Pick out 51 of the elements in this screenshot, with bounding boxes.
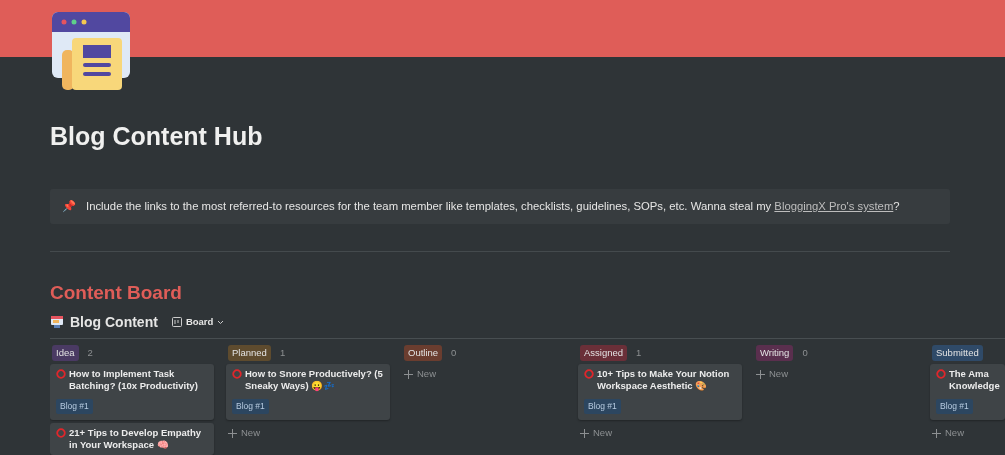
new-button[interactable]: New <box>932 425 964 441</box>
card-title: 10+ Tips to Make Your Notion Workspace Aesthetic 🎨 <box>597 367 731 392</box>
tag-chip: Blog #1 <box>936 398 973 414</box>
callout-text: Include the links to the most referred-to resources for the team member like templates, checklists, guidelines, SOPs, etc. Wanna steal my BloggingX Pro's system? <box>86 199 900 214</box>
board-card[interactable]: 21+ Tips to Develop Empathy in Your Workspace 🧠 <box>50 422 214 455</box>
column-label: Writing <box>756 344 794 362</box>
column-label: Planned <box>228 344 271 362</box>
tag-chip: Blog #1 <box>232 398 269 414</box>
plus-icon <box>580 428 589 438</box>
circle-icon <box>56 368 66 379</box>
board-card[interactable]: How to Snore Productively? (5 Sneaky Ways) 😛💤 Blog #1 <box>226 363 390 420</box>
plus-icon <box>932 428 941 438</box>
new-button[interactable]: New <box>404 366 436 382</box>
circle-icon <box>936 368 946 379</box>
callout-link[interactable]: BloggingX Pro's system <box>774 200 894 212</box>
column-label: Assigned <box>580 344 628 362</box>
column-label: Idea <box>52 344 79 362</box>
page-title: Blog Content Hub <box>50 121 264 152</box>
plus-icon <box>404 369 413 379</box>
card-title: The Ama Knowledge <box>949 367 1000 392</box>
plus-icon <box>756 369 765 379</box>
view-dropdown[interactable]: Board <box>163 315 225 330</box>
column-count: 0 <box>802 345 808 360</box>
new-button[interactable]: New <box>228 425 260 441</box>
newspaper-browser-icon <box>50 10 132 92</box>
board-view-icon <box>171 317 182 328</box>
database-title: Blog Content <box>70 312 158 332</box>
card-title: How to Snore Productively? (5 Sneaky Ways) 😛💤 <box>245 367 384 392</box>
chevron-down-icon <box>217 319 225 325</box>
board-card[interactable]: How to Implement Task Batching? (10x Productivity) Blog #1 <box>50 363 214 420</box>
circle-icon <box>56 427 66 438</box>
card-title: 21+ Tips to Develop Empathy in Your Workspace 🧠 <box>69 426 203 451</box>
card-title: How to Implement Task Batching? (10x Productivity) <box>69 367 199 392</box>
section-heading: Content Board <box>50 280 183 305</box>
column-count: 1 <box>279 345 286 360</box>
circle-icon <box>584 368 594 379</box>
board-card[interactable]: The Ama Knowledge Blog #1 <box>930 363 1005 420</box>
tag-chip: Blog #1 <box>56 398 93 414</box>
board-card[interactable]: 10+ Tips to Make Your Notion Workspace Aesthetic 🎨 Blog #1 <box>578 363 742 420</box>
column-count: 0 <box>451 345 457 360</box>
new-button[interactable]: New <box>580 425 612 441</box>
column-label: Submitted <box>932 344 983 362</box>
plus-icon <box>228 428 237 438</box>
computer-screen-icon <box>50 315 64 330</box>
pin-icon: 📌 <box>62 198 76 215</box>
column-count: 1 <box>636 345 642 360</box>
column-label: Outline <box>404 344 443 362</box>
circle-icon <box>232 368 242 379</box>
new-button[interactable]: New <box>756 366 788 382</box>
column-count: 2 <box>87 345 93 360</box>
tag-chip: Blog #1 <box>584 398 621 414</box>
